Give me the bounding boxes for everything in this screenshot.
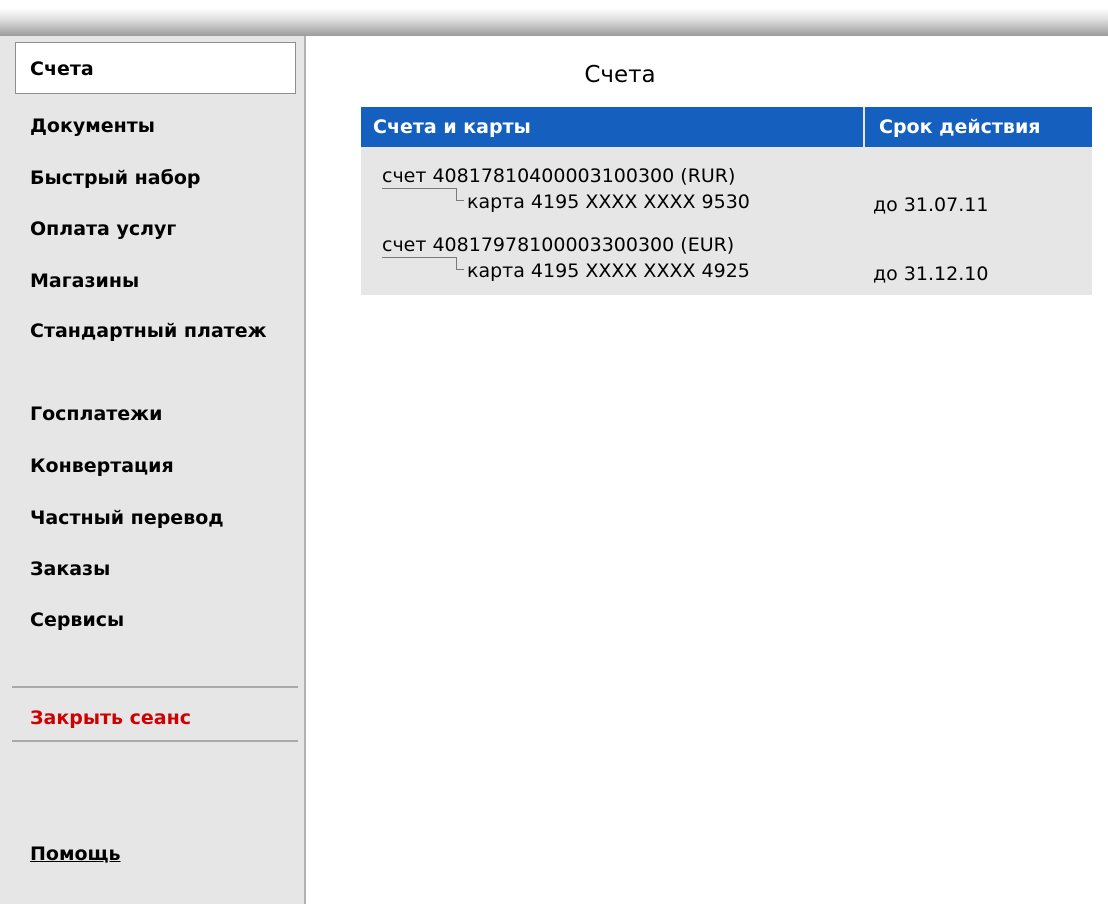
tree-connector	[456, 269, 464, 270]
sidebar-item-gov-payments[interactable]: Госплатежи	[30, 402, 162, 426]
card-expiry: до 31.12.10	[873, 263, 989, 285]
sidebar-item-conversion[interactable]: Конвертация	[30, 454, 174, 478]
sidebar-item-standard-payment[interactable]: Стандартный платеж	[30, 319, 270, 343]
tree-connector	[456, 188, 457, 200]
column-header-expiry: Срок действия	[865, 107, 1092, 147]
page-title: Счета	[584, 62, 656, 88]
card-expiry: до 31.07.11	[873, 194, 989, 216]
tree-connector	[382, 257, 456, 258]
accounts-table: Счета и карты Срок действия счет 4081781…	[361, 107, 1092, 295]
sidebar-item-shops[interactable]: Магазины	[30, 269, 139, 293]
tree-connector	[456, 257, 457, 269]
sidebar-nav: Счета Документы Быстрый набор Оплата усл…	[0, 36, 306, 904]
sidebar-divider	[12, 686, 298, 688]
account-link[interactable]: счет 40817810400003100300 (RUR)	[382, 165, 735, 187]
tree-connector	[456, 200, 464, 201]
sidebar-item-pay-services[interactable]: Оплата услуг	[30, 217, 176, 241]
sidebar-divider	[12, 740, 298, 742]
sidebar-item-accounts[interactable]: Счета	[30, 57, 94, 81]
card-link[interactable]: карта 4195 XXXX XXXX 9530	[467, 191, 750, 213]
sidebar-item-private-transfer[interactable]: Частный перевод	[30, 506, 224, 530]
top-banner	[0, 0, 1108, 36]
card-link[interactable]: карта 4195 XXXX XXXX 4925	[467, 260, 750, 282]
sidebar-item-services[interactable]: Сервисы	[30, 608, 124, 632]
column-header-accounts: Счета и карты	[361, 107, 863, 147]
sidebar-item-quick-dial[interactable]: Быстрый набор	[30, 166, 201, 190]
sidebar-item-active-frame: Счета	[15, 42, 296, 94]
sidebar-item-orders[interactable]: Заказы	[30, 557, 110, 581]
logout-link[interactable]: Закрыть сеанс	[30, 706, 191, 730]
account-link[interactable]: счет 40817978100003300300 (EUR)	[382, 234, 734, 256]
tree-connector	[382, 188, 456, 189]
help-link[interactable]: Помощь	[30, 842, 121, 866]
sidebar-item-documents[interactable]: Документы	[30, 114, 155, 138]
